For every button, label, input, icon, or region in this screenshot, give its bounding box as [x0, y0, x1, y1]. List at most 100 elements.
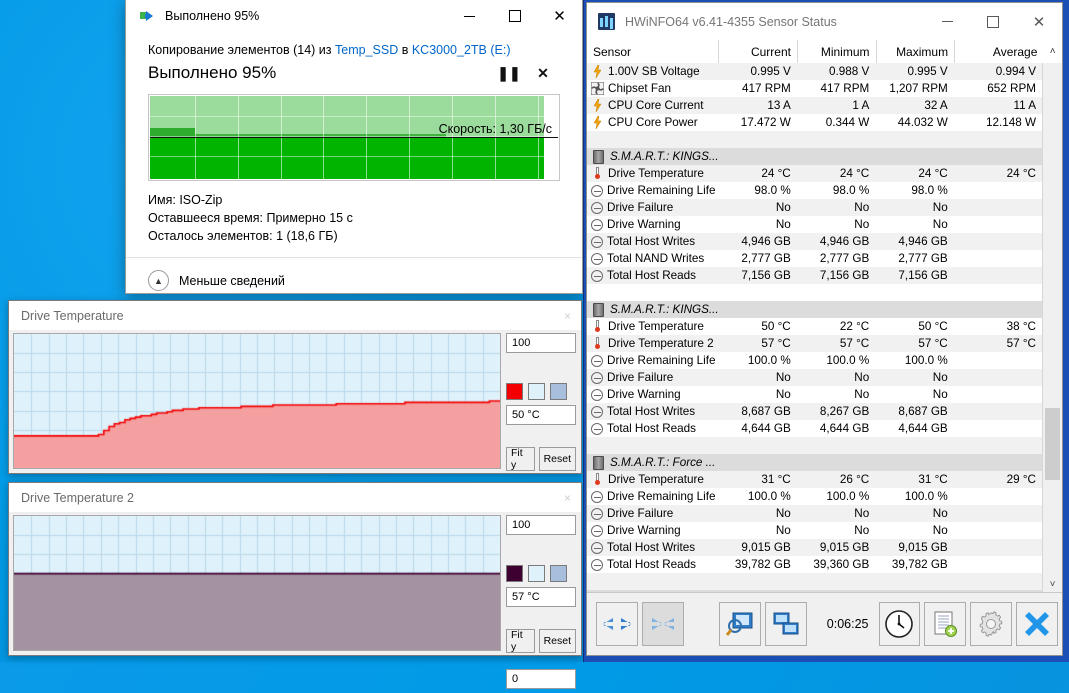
table-row[interactable]: CPU Core Current13 A1 A32 A11 A: [587, 97, 1043, 114]
sensor-group-row[interactable]: S.M.A.R.T.: Force ...: [587, 454, 1043, 471]
sensor-table-scrollbar[interactable]: ˅: [1042, 63, 1062, 593]
table-row[interactable]: Drive Temperature31 °C26 °C31 °C29 °C: [587, 471, 1043, 488]
table-row[interactable]: Drive WarningNoNoNo: [587, 216, 1043, 233]
copy-source-link[interactable]: Temp_SSD: [335, 43, 398, 57]
graph1-reset-button[interactable]: Reset: [539, 447, 576, 471]
row-average: 652 RPM: [955, 82, 1043, 95]
table-row[interactable]: 1.00V SB Voltage0.995 V0.988 V0.995 V0.9…: [587, 63, 1043, 80]
table-row[interactable]: Drive Temperature24 °C24 °C24 °C24 °C: [587, 165, 1043, 182]
hwinfo-titlebar[interactable]: HWiNFO64 v6.41-4355 Sensor Status ✕: [587, 3, 1062, 40]
scroll-down-arrow[interactable]: ˅: [1043, 575, 1062, 593]
table-row[interactable]: Drive FailureNoNoNo: [587, 369, 1043, 386]
expand-all-button[interactable]: [596, 602, 638, 646]
copy-items-value: 1 (18,6 ГБ): [276, 229, 338, 243]
row-label: Drive Remaining Life: [587, 184, 719, 197]
graph2-background-color-swatch[interactable]: [528, 565, 545, 582]
graph1-background-color-swatch[interactable]: [528, 383, 545, 400]
cancel-copy-button[interactable]: ✕: [526, 60, 560, 86]
table-row[interactable]: Drive Remaining Life100.0 %100.0 %100.0 …: [587, 352, 1043, 369]
table-row[interactable]: Drive Remaining Life100.0 %100.0 %100.0 …: [587, 488, 1043, 505]
graph-window-drive-temperature: Drive Temperature × 100 50 °C Fit y Rese…: [8, 300, 582, 474]
graph1-titlebar[interactable]: Drive Temperature ×: [9, 301, 581, 331]
copy-details-block: Имя: ISO-Zip Оставшееся время: Примерно …: [148, 191, 560, 245]
sensor-group-row[interactable]: S.M.A.R.T.: KINGS...: [587, 148, 1043, 165]
graph1-grid-color-swatch[interactable]: [550, 383, 567, 400]
hwinfo-maximize-button[interactable]: [970, 4, 1016, 40]
table-row[interactable]: CPU Core Power17.472 W0.344 W44.032 W12.…: [587, 114, 1043, 131]
table-row[interactable]: Drive Temperature50 °C22 °C50 °C38 °C: [587, 318, 1043, 335]
drive-icon: [593, 303, 604, 317]
copy-destination-link[interactable]: KC3000_2TB (E:): [412, 43, 511, 57]
graph2-min-value[interactable]: 0: [506, 669, 576, 689]
scroll-up-arrow[interactable]: ˄: [1043, 40, 1062, 63]
row-label: S.M.A.R.T.: Force ...: [587, 456, 719, 470]
graph1-current-value: 50 °C: [506, 405, 576, 425]
graph1-close-button[interactable]: ×: [564, 309, 571, 323]
row-current: 13 A: [719, 99, 797, 112]
row-minimum: 39,360 GB: [798, 558, 876, 571]
column-header-average[interactable]: Average: [955, 40, 1043, 63]
table-row[interactable]: Total NAND Writes2,777 GB2,777 GB2,777 G…: [587, 250, 1043, 267]
table-row[interactable]: [587, 131, 1043, 148]
graph1-line-color-swatch[interactable]: [506, 383, 523, 400]
copy-minimize-button[interactable]: [447, 1, 492, 32]
less-details-toggle[interactable]: ▲ Меньше сведений: [148, 270, 560, 291]
table-row[interactable]: [587, 437, 1043, 454]
copy-maximize-button[interactable]: [492, 1, 537, 32]
table-row[interactable]: Drive WarningNoNoNo: [587, 522, 1043, 539]
collapse-all-button[interactable]: [642, 602, 684, 646]
graph2-titlebar[interactable]: Drive Temperature 2 ×: [9, 483, 581, 513]
copy-close-button[interactable]: ✕: [537, 1, 582, 32]
sensor-group-row[interactable]: S.M.A.R.T.: KINGS...: [587, 301, 1043, 318]
copy-dialog-titlebar[interactable]: Выполнено 95% ✕: [126, 0, 582, 32]
column-header-sensor[interactable]: Sensor: [587, 40, 719, 63]
settings-button[interactable]: [970, 602, 1012, 646]
remote-monitor-button[interactable]: [765, 602, 807, 646]
table-row[interactable]: Total Host Writes4,946 GB4,946 GB4,946 G…: [587, 233, 1043, 250]
graph2-max-value[interactable]: 100: [506, 515, 576, 535]
row-current: 100.0 %: [719, 354, 797, 367]
table-row[interactable]: Total Host Reads39,782 GB39,360 GB39,782…: [587, 556, 1043, 573]
scrollbar-thumb[interactable]: [1045, 408, 1060, 480]
hwinfo-close-button[interactable]: ✕: [1016, 4, 1062, 40]
column-header-minimum[interactable]: Minimum: [798, 40, 877, 63]
row-minimum: 417 RPM: [798, 82, 876, 95]
row-label: Total NAND Writes: [587, 252, 719, 265]
pause-button[interactable]: ❚❚: [492, 60, 526, 86]
row-maximum: 7,156 GB: [876, 269, 954, 282]
graph2-fit-y-button[interactable]: Fit y: [506, 629, 535, 653]
table-row[interactable]: Total Host Writes9,015 GB9,015 GB9,015 G…: [587, 539, 1043, 556]
column-header-maximum[interactable]: Maximum: [877, 40, 956, 63]
close-app-button[interactable]: [1016, 602, 1058, 646]
table-row[interactable]: Drive FailureNoNoNo: [587, 199, 1043, 216]
table-row[interactable]: Drive FailureNoNoNo: [587, 505, 1043, 522]
logging-button[interactable]: [924, 602, 966, 646]
hwinfo-icon: [598, 13, 615, 30]
sensor-preview-button[interactable]: [719, 602, 761, 646]
column-header-current[interactable]: Current: [719, 40, 798, 63]
copy-dialog-body: Копирование элементов (14) из Temp_SSD в…: [126, 43, 582, 291]
table-row[interactable]: [587, 284, 1043, 301]
table-row[interactable]: Total Host Writes8,687 GB8,267 GB8,687 G…: [587, 403, 1043, 420]
table-row[interactable]: Drive Temperature 257 °C57 °C57 °C57 °C: [587, 335, 1043, 352]
row-current: No: [719, 218, 797, 231]
graph1-max-value[interactable]: 100: [506, 333, 576, 353]
row-average: 12.148 W: [955, 116, 1043, 129]
graph2-grid-color-swatch[interactable]: [550, 565, 567, 582]
table-row[interactable]: Drive Remaining Life98.0 %98.0 %98.0 %: [587, 182, 1043, 199]
polling-clock-button[interactable]: [879, 602, 921, 646]
row-current: 4,644 GB: [719, 422, 797, 435]
graph2-reset-button[interactable]: Reset: [539, 629, 576, 653]
table-row[interactable]: Chipset Fan417 RPM417 RPM1,207 RPM652 RP…: [587, 80, 1043, 97]
graph2-line-color-swatch[interactable]: [506, 565, 523, 582]
graph2-close-button[interactable]: ×: [564, 491, 571, 505]
table-row[interactable]: Drive WarningNoNoNo: [587, 386, 1043, 403]
table-row[interactable]: [587, 573, 1043, 590]
graph1-fit-y-button[interactable]: Fit y: [506, 447, 535, 471]
gauge-icon: [591, 389, 603, 401]
hwinfo-minimize-button[interactable]: [924, 4, 970, 40]
row-maximum: 100.0 %: [876, 354, 954, 367]
row-maximum: 0.995 V: [876, 65, 954, 78]
table-row[interactable]: Total Host Reads7,156 GB7,156 GB7,156 GB: [587, 267, 1043, 284]
table-row[interactable]: Total Host Reads4,644 GB4,644 GB4,644 GB: [587, 420, 1043, 437]
